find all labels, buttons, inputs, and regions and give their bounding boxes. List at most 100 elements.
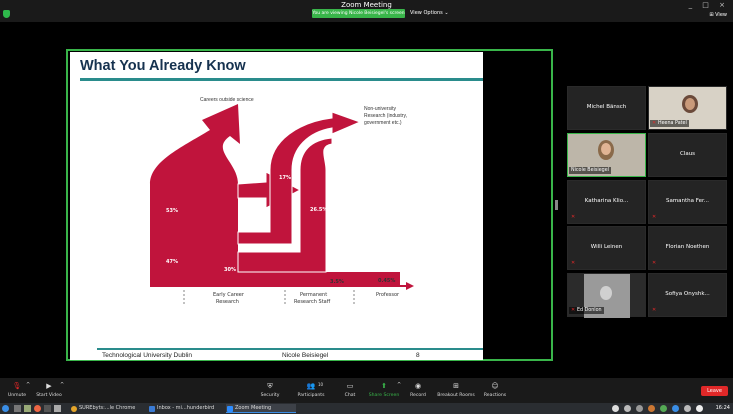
view-button[interactable]: ⊞ View [709,12,727,18]
participant-name: Willi Leinen [590,244,623,250]
record-label: Record [410,393,426,398]
window-title: Zoom Meeting [341,1,392,9]
footer-rule [97,348,483,350]
tray-icon-3[interactable] [636,405,643,412]
video-feed-ed-face [600,286,612,300]
participant-name: Claus [679,151,696,157]
participant-tile-florian[interactable]: Florian Noethen ✕ [648,226,727,270]
nonuni-label-line3: government etc.) [364,120,402,126]
security-button[interactable]: ⛨ Security [258,382,282,398]
thunderbird-icon [149,406,155,412]
chrome-icon [71,406,77,412]
footer-page-number: 8 [416,352,420,359]
window-controls[interactable]: _ □ × [689,1,729,9]
muted-mic-icon: ✕ [652,214,657,220]
os-taskbar: SUREbyts:...le Chrome Inbox - mi...hunde… [0,403,733,414]
video-off-icon: ▶ [46,382,52,390]
value-53: 53% [166,208,178,214]
start-video-label: Start Video [36,393,62,398]
taskbar-item-chrome[interactable]: SUREbyts:...le Chrome [70,404,146,413]
value-0-45: 0.45% [378,278,396,284]
muted-mic-icon: 🎙 [12,382,22,390]
participants-icon: 👥 [306,382,316,390]
participant-tile-claus[interactable]: Claus [648,133,727,177]
chat-button[interactable]: ▭ Chat [340,382,360,398]
participant-tile-katharina[interactable]: Katharina Klio... ✕ [567,180,646,224]
footer-author: Nicole Beisiegel [282,352,329,359]
nonuni-label-line2: Research (industry, [364,113,407,119]
file-manager-icon[interactable] [24,405,31,412]
gallery-resize-handle[interactable] [555,200,558,210]
value-47: 47% [166,259,178,265]
taskbar-item-thunderbird[interactable]: Inbox - mi...hunderbird [148,404,224,413]
permanent-label-line2: Research Staff [294,299,331,305]
viewing-screen-banner: You are viewing Nicole Beisiegel's scree… [312,9,405,18]
sankey-professor-arrowhead [406,282,414,290]
text-editor-icon[interactable] [54,405,61,412]
security-label: Security [260,393,280,398]
audio-options-caret[interactable]: ^ [26,382,30,388]
share-screen-label: Share Screen [368,393,400,398]
breakout-rooms-button[interactable]: ⊞ Breakout Rooms [436,382,476,398]
unmute-label: Unmute [7,393,27,398]
record-button[interactable]: ◉ Record [408,382,428,398]
participant-tile-sofiya[interactable]: Sofiya Onyshk... ✕ [648,273,727,317]
value-3-5: 3.5% [330,279,344,285]
title-bar: Zoom Meeting _ □ × You are viewing Nicol… [0,0,733,22]
value-17: 17% [279,175,291,181]
record-icon: ◉ [414,382,422,390]
muted-mic-icon: ✕ [571,214,576,220]
muted-mic-icon: ✕ [652,307,657,313]
share-options-caret[interactable]: ^ [397,382,401,388]
careers-outside-label: Careers outside science [200,97,254,103]
participant-tile-ed[interactable]: Ed Donlon ✕ [567,273,646,318]
participant-name: Samantha Fer... [665,198,710,204]
tray-icon-5[interactable] [660,405,667,412]
participant-name: Michel Bänsch [586,104,627,110]
permanent-label-line1: Permanent [300,292,328,298]
breakout-rooms-icon: ⊞ [453,382,459,390]
participant-name: Sofiya Onyshk... [665,291,710,297]
participant-tile-nicole[interactable]: Nicole Beisiegel [567,133,646,177]
video-options-caret[interactable]: ^ [60,382,64,388]
clock[interactable]: 16:24 [716,404,730,413]
video-feed-heena-face [685,98,695,110]
terminal-icon[interactable] [44,405,51,412]
participant-tile-heena[interactable]: Heena Patel ✕ [648,86,727,130]
start-menu-icon[interactable] [2,405,9,412]
share-screen-icon: ⬆ [381,382,387,390]
participant-tile-willi[interactable]: Willi Leinen ✕ [567,226,646,270]
chat-label: Chat [344,393,356,398]
participant-tile-samantha[interactable]: Samantha Fer... ✕ [648,180,727,224]
view-options-menu[interactable]: View Options ⌄ [410,9,449,18]
tray-icon-4[interactable] [648,405,655,412]
participant-tile-michel[interactable]: Michel Bänsch [567,86,646,130]
unmute-button[interactable]: 🎙 Unmute [6,382,28,398]
professor-label: Professor [376,292,400,298]
muted-mic-icon: ✕ [652,120,657,126]
taskbar-item-zoom[interactable]: Zoom Meeting [226,404,296,413]
browser-icon[interactable] [34,405,41,412]
participant-name: Nicole Beisiegel [569,167,611,174]
shield-icon: ⛨ [267,382,273,390]
tray-icon-2[interactable] [624,405,631,412]
reactions-button[interactable]: ☺ Reactions [482,382,508,398]
value-26-5: 26.5% [310,207,328,213]
tray-icon-7[interactable] [684,405,691,412]
participants-count: 10 [318,382,324,387]
participant-name: Florian Noethen [665,244,710,250]
desktop-icon[interactable] [14,405,21,412]
zoom-app: Zoom Meeting _ □ × You are viewing Nicol… [0,0,733,414]
reactions-icon: ☺ [491,382,499,390]
task-label: Zoom Meeting [235,405,272,411]
leave-button[interactable]: Leave [701,386,728,396]
shield-icon[interactable] [3,10,10,18]
muted-mic-icon: ✕ [571,307,576,313]
muted-mic-icon: ✕ [571,260,576,266]
network-icon[interactable] [696,405,703,412]
tray-icon-1[interactable] [612,405,619,412]
breakout-rooms-label: Breakout Rooms [437,393,475,398]
tray-icon-6[interactable] [672,405,679,412]
zoom-icon [227,406,233,412]
participants-label: Participants [297,393,325,398]
